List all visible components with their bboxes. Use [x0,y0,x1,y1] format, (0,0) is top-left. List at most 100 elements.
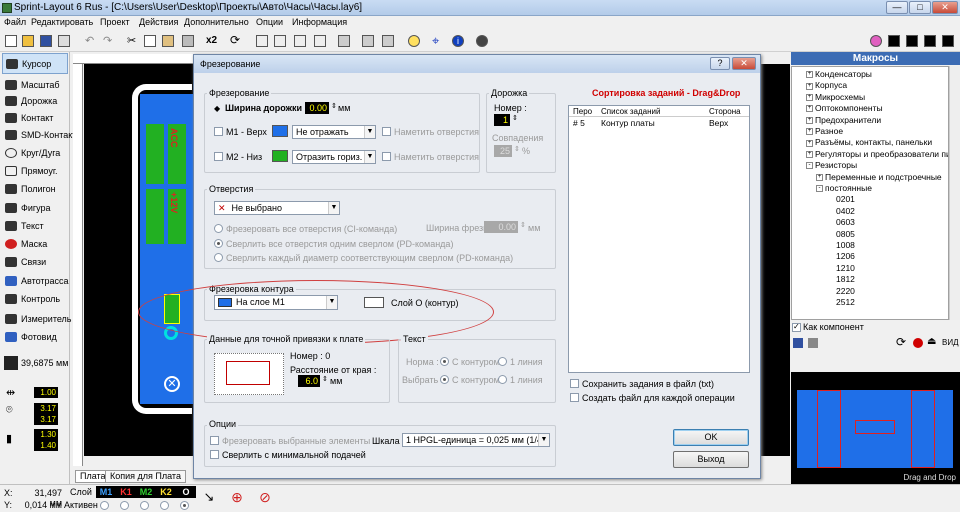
dialog-close-button[interactable]: ✕ [732,57,756,70]
ok-button[interactable]: OK [673,429,749,446]
expand-icon[interactable]: + [806,139,813,147]
hand-icon[interactable] [380,33,396,49]
min-feed-checkbox[interactable] [210,450,219,459]
track-width-input[interactable]: 0.00 [305,102,329,114]
rotate-icon[interactable]: ⟳ [228,33,244,49]
layer-m1-radio[interactable] [100,501,109,510]
m1-mirror-dropdown[interactable]: Не отражать ▼ [292,125,376,139]
expand-icon[interactable]: + [806,128,813,136]
record-icon[interactable] [913,338,923,348]
mark-holes-1-checkbox[interactable] [382,127,391,136]
menu-file[interactable]: Файл [4,17,26,27]
layer-o[interactable]: O [176,486,196,498]
layer-k2-icon[interactable] [904,33,920,49]
tab-board-copy[interactable]: Копия для Плата [105,470,186,483]
holes-dropdown[interactable]: ✕ Не выбрано ▼ [214,201,340,215]
spin-icon[interactable]: ⇕ [520,221,526,229]
crosshair-icon[interactable]: ⌖ [430,33,446,49]
view-icon[interactable]: ⏏ [927,336,936,347]
macro-tree-item[interactable]: + Переменные и подстроечные [816,172,942,183]
macro-tree-item[interactable]: 2220 [836,286,855,297]
layer-o-radio[interactable] [180,501,189,510]
track-number-input[interactable]: 1 [494,114,510,126]
save-macro-icon[interactable] [793,338,803,348]
spin-icon[interactable]: ⇕ [512,114,518,122]
tool-cursor[interactable]: Курсор [2,53,68,74]
delete-macro-icon[interactable] [808,338,818,348]
photoview-mode-icon[interactable] [868,33,884,49]
tool-photoview[interactable]: Фотовид [2,326,68,347]
macro-tree-item[interactable]: + Предохранители [806,115,881,126]
smd-height-field[interactable]: 1.40 [34,440,58,451]
choose-contour-radio[interactable] [440,375,449,384]
ungroup-icon[interactable] [312,33,328,49]
layer-m1[interactable]: M1 [96,486,116,498]
macro-tree-item[interactable]: 0805 [836,229,855,240]
choose-one-line-radio[interactable] [498,375,507,384]
group-icon[interactable] [292,33,308,49]
mirror-icon[interactable] [254,33,270,49]
menu-options[interactable]: Опции [256,17,283,27]
minimize-button[interactable]: — [886,1,908,14]
cut-icon[interactable]: ✂ [124,33,140,49]
macro-tree-item[interactable]: 1210 [836,263,855,274]
holes-opt2-radio[interactable] [214,239,223,248]
as-component-checkbox[interactable]: ✓ [792,322,801,332]
col-pen[interactable]: Перо [573,107,592,116]
expand-icon[interactable]: + [806,105,813,113]
pcb-canvas[interactable]: ACC +12V ✕ [84,64,196,456]
spin-icon[interactable]: ⇕ [514,145,520,153]
collapse-icon[interactable]: - [806,162,813,170]
target-icon[interactable]: ⊕ [228,489,246,507]
drc-icon[interactable] [922,33,938,49]
layer-k2-radio[interactable] [160,501,169,510]
collapse-icon[interactable]: - [816,185,823,193]
m2-mirror-dropdown[interactable]: Отразить гориз. ▼ [292,150,376,164]
open-icon[interactable] [20,33,36,49]
m2-checkbox[interactable] [214,152,223,161]
macro-tree[interactable]: + Конденсаторы + Корпуса + Микросхемы + Оптоком… [791,66,949,320]
align-icon[interactable] [272,33,288,49]
mill-width-input[interactable]: 0.00 [484,221,518,233]
route-icon[interactable]: ↘ [200,489,218,507]
print-icon[interactable] [56,33,72,49]
magnify-icon[interactable] [406,33,422,49]
macro-tree-item[interactable]: 2512 [836,297,855,308]
copy-icon[interactable] [142,33,158,49]
tool-polygon[interactable]: Полигон [2,178,68,199]
unlock-icon[interactable] [360,33,376,49]
macro-tree-item[interactable]: 0603 [836,217,855,228]
layer-m2[interactable]: M2 [136,486,156,498]
track-width-field[interactable]: 1.00 [34,387,58,398]
task-list[interactable]: Перо Список заданий Сторона # 5 Контур п… [568,105,750,373]
col-side[interactable]: Сторона [709,107,741,116]
save-icon[interactable] [38,33,54,49]
close-button[interactable]: ✕ [932,1,958,14]
pad-outer-field[interactable]: 3.17 [34,403,58,414]
expand-icon[interactable]: + [806,151,813,159]
menu-edit[interactable]: Редактировать [31,17,93,27]
holes-opt3-radio[interactable] [214,253,223,262]
menu-project[interactable]: Проект [100,17,130,27]
macro-tree-item[interactable]: 1206 [836,251,855,262]
col-tasks[interactable]: Список заданий [601,107,660,116]
lock-icon[interactable] [336,33,352,49]
create-file-checkbox[interactable] [570,393,579,402]
rotate-macro-icon[interactable]: ⟳ [896,335,906,349]
spin-icon[interactable]: ⇕ [331,102,337,110]
macro-tree-item[interactable]: + Микросхемы [806,92,865,103]
maximize-button[interactable]: □ [909,1,931,14]
delete-icon[interactable] [180,33,196,49]
settings-icon[interactable] [474,33,490,49]
mill-selected-checkbox[interactable] [210,436,219,445]
exit-button[interactable]: Выход [673,451,749,468]
macro-tree-item[interactable]: + Конденсаторы [806,69,872,80]
undo-icon[interactable]: ↶ [82,33,98,49]
tool-links[interactable]: Связи [2,251,68,272]
expand-icon[interactable]: + [806,116,813,124]
layer-m2-radio[interactable] [140,501,149,510]
mark-holes-2-checkbox[interactable] [382,152,391,161]
macro-tree-item[interactable]: 0402 [836,206,855,217]
macro-tree-item[interactable]: - Резисторы [806,160,857,171]
multiply-icon[interactable]: x2 [206,33,222,49]
